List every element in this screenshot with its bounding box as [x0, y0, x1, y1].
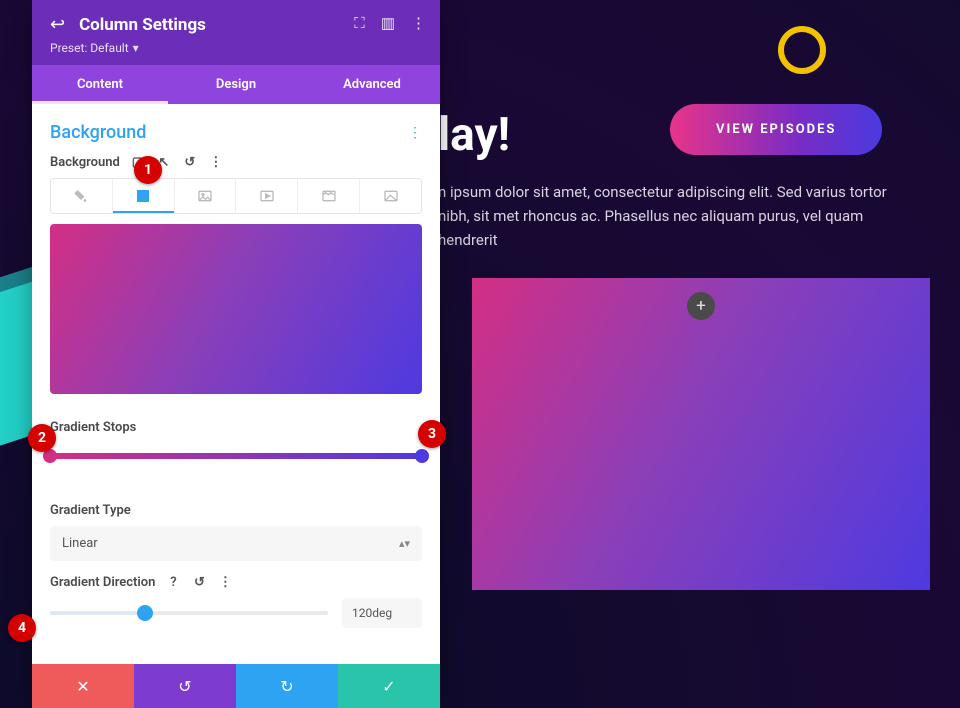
section-title-background[interactable]: Background	[50, 122, 146, 143]
gradient-stops-track[interactable]	[50, 453, 422, 459]
gradient-direction-field: Gradient Direction ? ↺ ⋮ 120deg	[50, 575, 422, 628]
gradient-type-label: Gradient Type	[50, 503, 131, 518]
body-text: n ipsum dolor sit amet, consectetur adip…	[438, 180, 918, 252]
gradient-stops-field: Gradient Stops	[50, 420, 422, 459]
annotation-2: 2	[28, 424, 56, 452]
undo-button[interactable]: ↺	[134, 664, 236, 708]
section-more-icon[interactable]: ⋮	[408, 125, 422, 141]
headline-fragment: lay!	[438, 108, 510, 162]
bg-type-pattern[interactable]	[298, 179, 360, 213]
view-episodes-button[interactable]: VIEW EPISODES	[670, 104, 882, 155]
caret-down-icon: ▾	[133, 41, 139, 55]
panel-tabs: Content Design Advanced	[32, 65, 440, 104]
chevron-updown-icon: ▴▾	[399, 537, 410, 550]
back-icon[interactable]: ↩	[50, 14, 65, 35]
preset-dropdown[interactable]: Preset: Default ▾	[50, 41, 422, 55]
panel-header: ↩ Column Settings ⛶ ▥ ⋮ Preset: Default ▾	[32, 0, 440, 65]
panel-footer: ✕ ↺ ↻ ✓	[32, 664, 440, 708]
responsive-icon[interactable]: ▥	[381, 14, 395, 32]
gradient-preview	[50, 224, 422, 394]
gradient-direction-input[interactable]: 120deg	[342, 598, 422, 628]
annotation-3: 3	[418, 420, 446, 448]
tab-design[interactable]: Design	[168, 65, 304, 104]
close-button[interactable]: ✕	[32, 664, 134, 708]
image-icon	[197, 188, 213, 204]
tab-advanced[interactable]: Advanced	[304, 65, 440, 104]
expand-icon[interactable]: ⛶	[354, 14, 365, 32]
bg-more-icon[interactable]: ⋮	[208, 155, 224, 170]
pattern-icon	[321, 188, 337, 204]
gradient-direction-slider[interactable]	[50, 611, 328, 615]
annotation-1: 1	[134, 156, 162, 184]
gradient-stop-end[interactable]	[415, 449, 429, 463]
gradient-icon	[135, 188, 151, 204]
gradient-direction-label: Gradient Direction	[50, 575, 155, 590]
bg-type-gradient[interactable]	[113, 179, 175, 213]
video-icon	[259, 188, 275, 204]
paint-icon	[73, 188, 89, 204]
column-settings-panel: ↩ Column Settings ⛶ ▥ ⋮ Preset: Default ▾…	[32, 0, 440, 708]
dir-help-icon[interactable]: ?	[165, 575, 181, 590]
bg-type-color[interactable]	[51, 179, 113, 213]
slider-knob[interactable]	[137, 605, 153, 621]
background-field: Background ▢ ↖ ↺ ⋮	[50, 155, 422, 394]
bg-reset-icon[interactable]: ↺	[182, 155, 198, 170]
slider-fill	[50, 611, 145, 615]
bg-type-video[interactable]	[236, 179, 298, 213]
background-label: Background	[50, 155, 120, 170]
gradient-type-select[interactable]: Linear ▴▾	[50, 526, 422, 561]
bg-type-mask[interactable]	[360, 179, 421, 213]
tab-content[interactable]: Content	[32, 65, 168, 104]
dir-more-icon[interactable]: ⋮	[217, 575, 233, 590]
gradient-type-value: Linear	[62, 536, 98, 551]
panel-title: Column Settings	[79, 15, 206, 35]
column-preview[interactable]: +	[472, 278, 930, 590]
background-type-tabs	[50, 178, 422, 214]
mask-icon	[383, 188, 399, 204]
annotation-4: 4	[8, 614, 36, 642]
gradient-type-field: Gradient Type Linear ▴▾	[50, 503, 422, 561]
add-module-button[interactable]: +	[687, 292, 715, 320]
dir-reset-icon[interactable]: ↺	[191, 575, 207, 590]
panel-more-icon[interactable]: ⋮	[411, 14, 426, 32]
decor-ring-icon	[778, 26, 826, 74]
redo-button[interactable]: ↻	[236, 664, 338, 708]
gradient-stops-label: Gradient Stops	[50, 420, 422, 435]
bg-type-image[interactable]	[175, 179, 237, 213]
preset-label: Preset: Default	[50, 41, 129, 55]
save-button[interactable]: ✓	[338, 664, 440, 708]
panel-body: Background ⋮ Background ▢ ↖ ↺ ⋮	[32, 104, 440, 656]
